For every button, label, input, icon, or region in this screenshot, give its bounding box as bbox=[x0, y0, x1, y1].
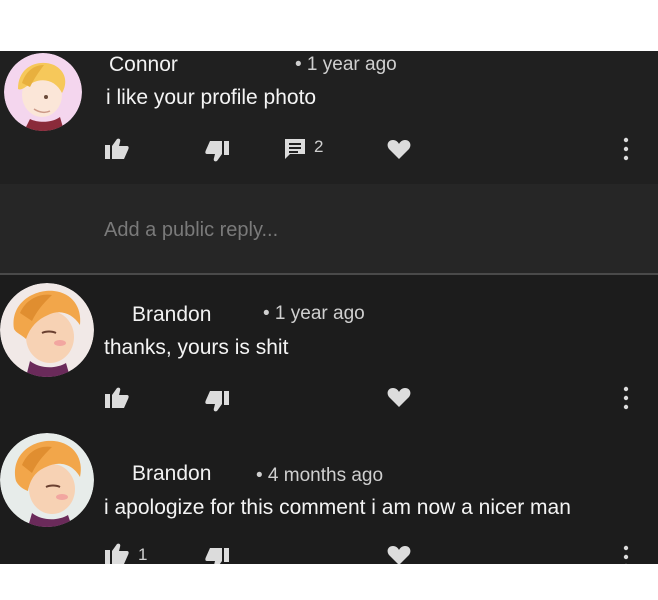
reply-count: 2 bbox=[314, 137, 324, 156]
like-count: 1 bbox=[138, 545, 148, 564]
comment-time[interactable]: • 4 months ago bbox=[256, 465, 383, 487]
thumb-up-icon[interactable] bbox=[105, 543, 129, 564]
avatar[interactable] bbox=[0, 433, 94, 527]
more-options-icon[interactable] bbox=[623, 137, 629, 161]
more-options-icon[interactable] bbox=[623, 386, 629, 410]
comment-time[interactable]: • 1 year ago bbox=[263, 303, 365, 325]
heart-icon[interactable] bbox=[387, 545, 411, 564]
thumb-up-icon[interactable] bbox=[105, 387, 129, 409]
comment-text: thanks, yours is shit bbox=[104, 336, 289, 359]
comment-author[interactable]: Connor bbox=[109, 53, 178, 77]
heart-icon[interactable] bbox=[387, 139, 411, 160]
thumb-down-icon[interactable] bbox=[205, 140, 229, 162]
reply-input[interactable]: Add a public reply... bbox=[104, 219, 278, 242]
more-options-icon[interactable] bbox=[623, 545, 629, 564]
divider bbox=[0, 273, 658, 275]
thumb-down-icon[interactable] bbox=[205, 390, 229, 412]
reply-box[interactable] bbox=[0, 184, 658, 274]
comment-author[interactable]: Brandon bbox=[132, 303, 211, 327]
comment-time[interactable]: • 1 year ago bbox=[295, 54, 397, 76]
comment-text: i like your profile photo bbox=[106, 86, 317, 109]
avatar[interactable] bbox=[0, 283, 94, 377]
heart-icon[interactable] bbox=[387, 387, 411, 408]
avatar[interactable] bbox=[4, 53, 82, 131]
thumb-up-icon[interactable] bbox=[105, 138, 129, 160]
comment-text: i apologize for this comment i am now a … bbox=[104, 496, 571, 519]
comment-author[interactable]: Brandon bbox=[132, 462, 211, 486]
comments-panel: Connor • 1 year ago i like your profile … bbox=[0, 51, 658, 564]
reply-icon[interactable] bbox=[284, 138, 306, 160]
thumb-down-icon[interactable] bbox=[205, 547, 229, 564]
